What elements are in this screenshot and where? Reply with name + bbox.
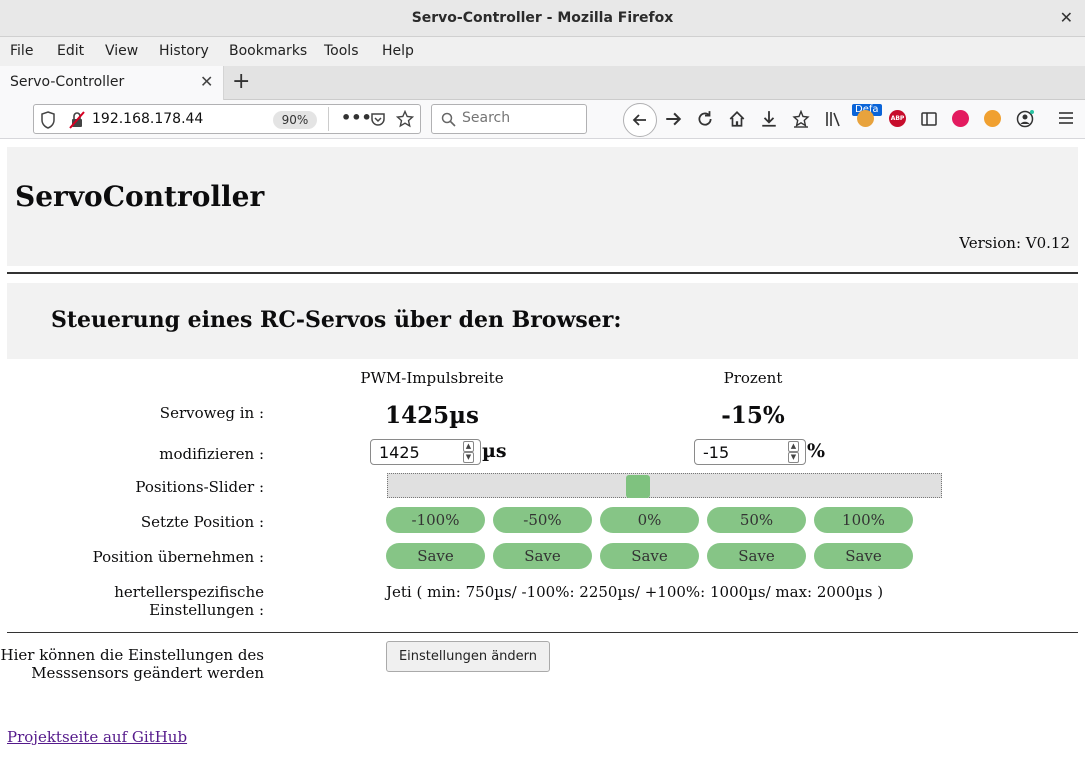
extension-c-icon[interactable] bbox=[984, 110, 1001, 127]
position-slider[interactable] bbox=[387, 473, 942, 498]
menu-bar: File Edit View History Bookmarks Tools H… bbox=[0, 37, 1085, 66]
download-icon[interactable] bbox=[760, 110, 778, 128]
label-sensor-line2: Messsensors geändert werden bbox=[31, 664, 264, 682]
change-settings-button[interactable]: Einstellungen ändern bbox=[386, 641, 550, 672]
pocket-icon[interactable] bbox=[370, 111, 386, 127]
header-divider bbox=[7, 272, 1078, 274]
manufacturer-settings-text: Jeti ( min: 750µs/ -100%: 2250µs/ +100%:… bbox=[386, 583, 884, 601]
menu-history[interactable]: History bbox=[159, 43, 209, 59]
version-label: Version: V0.12 bbox=[959, 234, 1070, 252]
forward-icon[interactable] bbox=[664, 110, 682, 128]
new-tab-icon[interactable]: + bbox=[232, 69, 250, 94]
pwm-input-value: 1425 bbox=[379, 443, 420, 462]
save-100-button[interactable]: Save bbox=[814, 543, 913, 569]
save-50-button[interactable]: Save bbox=[707, 543, 806, 569]
menu-help[interactable]: Help bbox=[382, 43, 414, 59]
settings-divider bbox=[7, 632, 1078, 633]
page-actions-icon[interactable]: ••• bbox=[341, 108, 372, 127]
label-servoweg: Servoweg in : bbox=[159, 404, 264, 422]
tab-bar: Servo-Controller ✕ + bbox=[0, 66, 1085, 100]
window-titlebar: Servo-Controller - Mozilla Firefox ✕ bbox=[0, 0, 1085, 37]
label-hersteller-line1: hertellerspezifische bbox=[114, 583, 264, 601]
pwm-input[interactable]: 1425 ▲ ▼ bbox=[370, 439, 481, 465]
reader-sidebar-icon[interactable] bbox=[920, 110, 938, 128]
window-close-icon[interactable]: ✕ bbox=[1060, 8, 1073, 27]
label-setzte-position: Setzte Position : bbox=[140, 513, 264, 531]
navigation-toolbar: 192.168.178.44 90% ••• Defa ABP bbox=[0, 100, 1085, 139]
slider-thumb[interactable] bbox=[626, 475, 650, 498]
pwm-unit: µs bbox=[482, 440, 507, 462]
percent-increment-icon[interactable]: ▲ bbox=[788, 441, 799, 452]
menu-bookmarks[interactable]: Bookmarks bbox=[229, 43, 307, 59]
percent-decrement-icon[interactable]: ▼ bbox=[788, 452, 799, 463]
pwm-display-value: 1425µs bbox=[385, 402, 479, 429]
account-icon[interactable] bbox=[1016, 110, 1034, 128]
menu-file[interactable]: File bbox=[10, 43, 33, 59]
page-title: ServoController bbox=[15, 180, 265, 213]
section-heading: Steuerung eines RC-Servos über den Brows… bbox=[51, 307, 622, 333]
percent-input-value: -15 bbox=[703, 443, 730, 462]
adblock-plus-icon[interactable]: ABP bbox=[889, 110, 906, 127]
extension-m-icon[interactable] bbox=[952, 110, 969, 127]
tab-close-icon[interactable]: ✕ bbox=[200, 72, 213, 91]
label-hersteller-line2: Einstellungen : bbox=[149, 601, 264, 619]
set-position-0-button[interactable]: 0% bbox=[600, 507, 699, 533]
percent-unit: % bbox=[807, 440, 826, 462]
search-icon bbox=[441, 112, 456, 127]
library-icon[interactable] bbox=[824, 110, 842, 128]
reload-icon[interactable] bbox=[696, 110, 714, 128]
set-position-minus-50-button[interactable]: -50% bbox=[493, 507, 592, 533]
column-header-pwm: PWM-Impulsbreite bbox=[360, 369, 504, 387]
label-modifizieren: modifizieren : bbox=[159, 445, 264, 463]
window-title: Servo-Controller - Mozilla Firefox bbox=[411, 10, 674, 26]
label-position-uebernehmen: Position übernehmen : bbox=[92, 548, 264, 566]
menu-tools[interactable]: Tools bbox=[324, 43, 359, 59]
label-sensor-line1: Hier können die Einstellungen des bbox=[0, 646, 265, 664]
pwm-increment-icon[interactable]: ▲ bbox=[463, 441, 474, 452]
tab-servo-controller[interactable]: Servo-Controller ✕ bbox=[0, 66, 224, 100]
label-positions-slider: Positions-Slider : bbox=[135, 478, 264, 496]
extension-defa-icon[interactable] bbox=[857, 110, 874, 127]
tab-title: Servo-Controller bbox=[10, 74, 125, 90]
set-position-50-button[interactable]: 50% bbox=[707, 507, 806, 533]
header-panel: ServoController Version: V0.12 bbox=[7, 147, 1078, 266]
set-position-100-button[interactable]: 100% bbox=[814, 507, 913, 533]
save-minus-50-button[interactable]: Save bbox=[493, 543, 592, 569]
hamburger-menu-icon[interactable] bbox=[1058, 110, 1074, 126]
column-header-percent: Prozent bbox=[723, 369, 783, 387]
save-0-button[interactable]: Save bbox=[600, 543, 699, 569]
percent-display-value: -15% bbox=[721, 402, 785, 429]
url-text[interactable]: 192.168.178.44 bbox=[92, 111, 203, 127]
insecure-lock-icon[interactable] bbox=[69, 111, 85, 129]
percent-input[interactable]: -15 ▲ ▼ bbox=[694, 439, 806, 465]
url-bar[interactable]: 192.168.178.44 90% ••• bbox=[33, 104, 421, 134]
bookmark-manager-icon[interactable] bbox=[792, 110, 810, 128]
menu-view[interactable]: View bbox=[105, 43, 138, 59]
back-arrow-icon bbox=[632, 114, 646, 126]
bookmark-star-icon[interactable] bbox=[396, 110, 414, 128]
tracking-shield-icon[interactable] bbox=[40, 111, 56, 129]
home-icon[interactable] bbox=[728, 110, 746, 128]
page-content: ServoController Version: V0.12 Steuerung… bbox=[0, 140, 1085, 779]
back-button[interactable] bbox=[623, 103, 657, 137]
pwm-decrement-icon[interactable]: ▼ bbox=[463, 452, 474, 463]
save-minus-100-button[interactable]: Save bbox=[386, 543, 485, 569]
zoom-level[interactable]: 90% bbox=[273, 111, 317, 129]
section-panel: Steuerung eines RC-Servos über den Brows… bbox=[7, 283, 1078, 359]
github-link[interactable]: Projektseite auf GitHub bbox=[7, 728, 187, 746]
menu-edit[interactable]: Edit bbox=[57, 43, 84, 59]
search-bar[interactable] bbox=[431, 104, 587, 134]
url-separator bbox=[328, 107, 329, 131]
search-input[interactable] bbox=[462, 110, 580, 126]
set-position-minus-100-button[interactable]: -100% bbox=[386, 507, 485, 533]
